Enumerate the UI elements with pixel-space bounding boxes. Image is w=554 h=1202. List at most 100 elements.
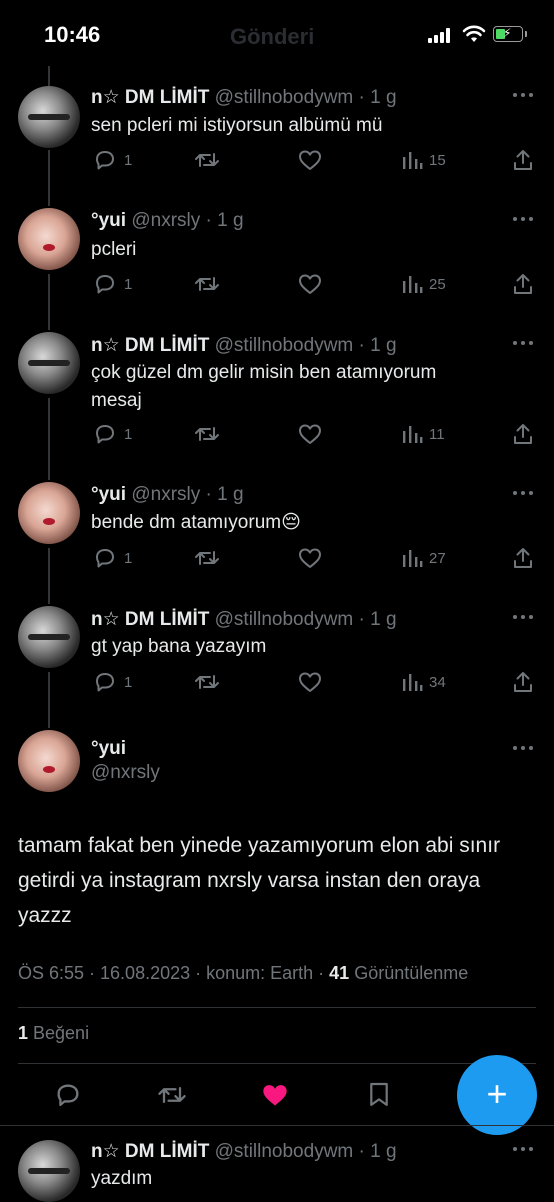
reply-icon — [57, 1084, 79, 1107]
share-button[interactable] — [512, 669, 534, 695]
divider — [18, 1007, 536, 1008]
reply-count: 1 — [124, 151, 133, 169]
status-time: 10:46 — [44, 22, 101, 47]
more-options-icon[interactable] — [513, 746, 535, 752]
retweet-button[interactable] — [156, 1078, 188, 1112]
heart-icon — [263, 1085, 287, 1106]
like-button[interactable] — [298, 147, 322, 173]
like-button[interactable] — [298, 421, 322, 447]
share-icon — [514, 150, 532, 170]
more-options-icon[interactable] — [513, 93, 535, 99]
signal-icon — [428, 27, 456, 43]
more-options-icon[interactable] — [513, 491, 535, 497]
more-options-icon[interactable] — [513, 1147, 535, 1153]
share-button[interactable] — [512, 545, 534, 571]
views-button[interactable]: 15 — [401, 147, 446, 173]
reply-button[interactable]: 1 — [92, 669, 132, 695]
share-button[interactable] — [512, 421, 534, 447]
retweet-button[interactable] — [193, 147, 221, 173]
reply-button[interactable]: 1 — [92, 545, 132, 571]
views-icon — [403, 426, 423, 443]
avatar[interactable] — [18, 606, 80, 668]
compose-button[interactable]: + — [457, 1055, 537, 1135]
reply-icon — [96, 425, 114, 444]
retweet-icon — [195, 427, 219, 441]
author-name[interactable]: n☆ DM LİMİT — [91, 335, 209, 356]
like-button[interactable] — [298, 669, 322, 695]
tweet-text: bende dm atamıyorum😔 — [91, 512, 301, 533]
avatar[interactable] — [18, 208, 80, 270]
more-options-icon[interactable] — [513, 341, 535, 347]
wifi-icon — [462, 25, 486, 42]
like-button[interactable] — [298, 271, 322, 297]
author-name[interactable]: °yui — [91, 738, 160, 760]
reply-button[interactable]: 1 — [92, 271, 132, 297]
tweet-actions: 1 15 — [0, 147, 554, 173]
author-name[interactable]: n☆ DM LİMİT — [91, 609, 209, 630]
views-label: Görüntülenme — [349, 963, 469, 983]
reply-button[interactable] — [54, 1078, 82, 1112]
reply-icon — [96, 549, 114, 568]
share-icon — [514, 274, 532, 294]
heart-icon — [299, 150, 321, 170]
retweet-button[interactable] — [193, 271, 221, 297]
views-icon — [403, 550, 423, 567]
views-button[interactable]: 11 — [401, 421, 445, 447]
share-icon — [514, 672, 532, 692]
main-author: °yui @nxrsly — [91, 738, 160, 784]
retweet-icon — [158, 1087, 186, 1103]
retweet-button[interactable] — [193, 545, 221, 571]
author-meta: @stillnobodywm · 1 g — [214, 609, 397, 630]
author-meta: @stillnobodywm · 1 g — [214, 87, 397, 108]
tweet-header: °yui @nxrsly · 1 g — [91, 484, 244, 506]
reply-count: 1 — [124, 425, 133, 443]
battery-icon: ⚡ — [493, 26, 527, 42]
like-button[interactable] — [261, 1078, 289, 1112]
reply-button[interactable]: 1 — [92, 421, 132, 447]
likes-label: Beğeni — [28, 1023, 90, 1043]
author-name[interactable]: n☆ DM LİMİT — [91, 1141, 209, 1162]
reply-button[interactable]: 1 — [92, 147, 132, 173]
reply-count: 1 — [124, 549, 133, 567]
views-button[interactable]: 25 — [401, 271, 446, 297]
views-count: 15 — [429, 151, 446, 169]
retweet-icon — [195, 153, 219, 167]
heart-icon — [299, 672, 321, 692]
retweet-icon — [195, 277, 219, 291]
author-name[interactable]: n☆ DM LİMİT — [91, 87, 209, 108]
views-count: 27 — [429, 549, 446, 567]
share-icon — [514, 548, 532, 568]
heart-icon — [299, 548, 321, 568]
tweet-text: çok güzel dm gelir misin ben atamıyorum … — [91, 362, 437, 411]
avatar[interactable] — [18, 730, 80, 792]
reply-icon — [96, 673, 114, 692]
author-name[interactable]: °yui — [91, 484, 126, 505]
author-name[interactable]: °yui — [91, 210, 126, 231]
header-title: Gönderi — [230, 24, 315, 49]
likes-summary[interactable]: 1 Beğeni — [18, 1023, 89, 1044]
avatar[interactable] — [18, 1140, 80, 1202]
bookmark-icon — [370, 1082, 388, 1106]
share-button[interactable] — [512, 271, 534, 297]
avatar[interactable] — [18, 482, 80, 544]
views-button[interactable]: 27 — [401, 545, 446, 571]
author-meta: @nxrsly · 1 g — [131, 210, 244, 231]
views-button[interactable]: 34 — [401, 669, 446, 695]
avatar[interactable] — [18, 86, 80, 148]
more-options-icon[interactable] — [513, 615, 535, 621]
retweet-icon — [195, 675, 219, 689]
retweet-button[interactable] — [193, 421, 221, 447]
retweet-button[interactable] — [193, 669, 221, 695]
share-button[interactable] — [512, 147, 534, 173]
like-button[interactable] — [298, 545, 322, 571]
bookmark-button[interactable] — [368, 1078, 390, 1112]
status-bar: 10:46 Gönderi ⚡ — [0, 0, 554, 66]
avatar[interactable] — [18, 332, 80, 394]
views-count: 34 — [429, 673, 446, 691]
tweet-header: n☆ DM LİMİT @stillnobodywm · 1 g — [91, 1140, 397, 1163]
author-handle[interactable]: @nxrsly — [91, 762, 160, 784]
timestamp[interactable]: ÖS 6:55 · 16.08.2023 · konum: Earth · — [18, 963, 329, 983]
likes-count: 1 — [18, 1023, 29, 1043]
more-options-icon[interactable] — [513, 217, 535, 223]
main-tweet-text: tamam fakat ben yinede yazamıyorum elon … — [18, 834, 501, 927]
